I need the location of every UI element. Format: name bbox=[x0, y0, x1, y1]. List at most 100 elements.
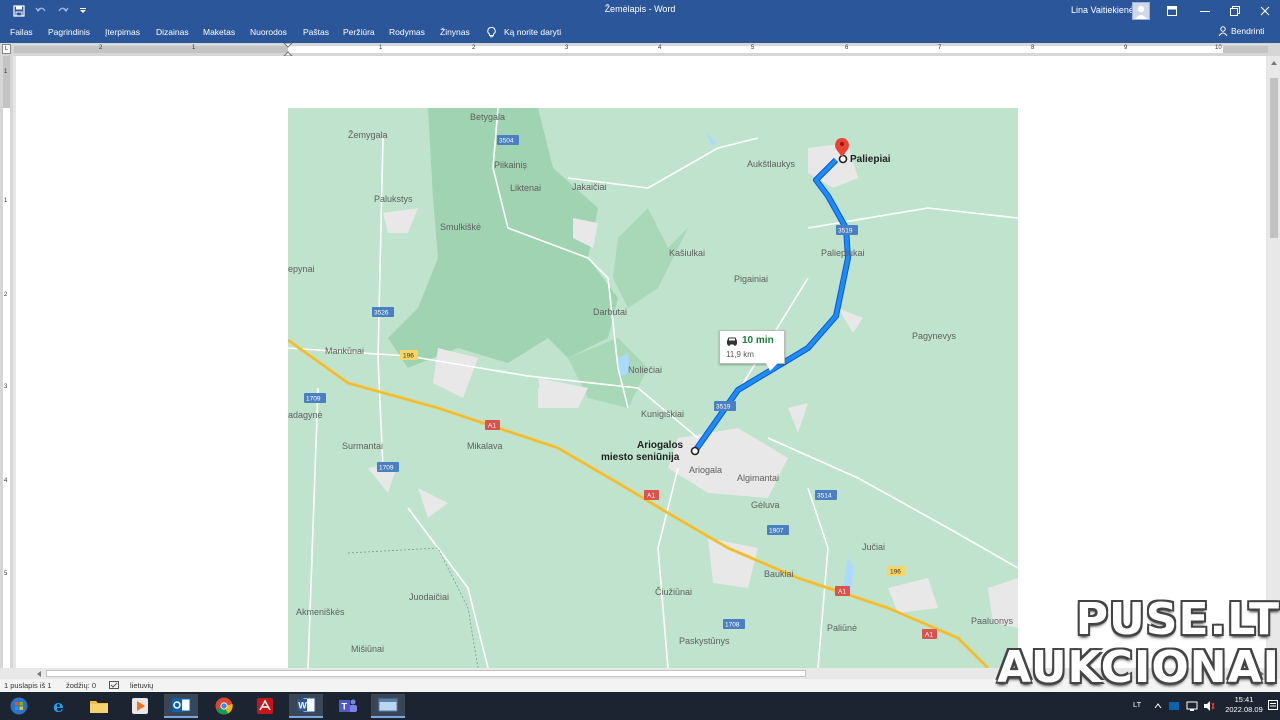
clock-date: 2022.08.09 bbox=[1225, 705, 1263, 714]
ruler-number: 9 bbox=[1124, 45, 1128, 51]
tab-layout[interactable]: Maketas bbox=[203, 27, 235, 37]
place-label: Mišiūnai bbox=[351, 644, 384, 654]
acrobat-icon[interactable] bbox=[248, 694, 282, 718]
tab-references[interactable]: Nuorodos bbox=[250, 27, 287, 37]
start-icon[interactable] bbox=[2, 694, 36, 718]
vruler-margin bbox=[3, 56, 10, 108]
customize-toolbar-icon[interactable] bbox=[72, 0, 94, 22]
person-icon bbox=[1218, 26, 1228, 36]
route-info-box[interactable]: 10 min 11,9 km bbox=[719, 330, 785, 371]
show-hidden-icons-icon[interactable] bbox=[1153, 701, 1163, 711]
place-label: Ariogala bbox=[689, 465, 722, 475]
ribbon-display-icon[interactable] bbox=[1157, 0, 1187, 22]
place-label: Mankūnai bbox=[325, 346, 364, 356]
volume-icon[interactable] bbox=[1203, 700, 1215, 712]
network-icon[interactable] bbox=[1186, 700, 1198, 712]
tab-home[interactable]: Pagrindinis bbox=[48, 27, 90, 37]
scroll-down-icon[interactable] bbox=[1270, 656, 1278, 664]
place-label: Algimantai bbox=[737, 473, 779, 483]
ruler-number: 1 bbox=[4, 198, 8, 204]
map-image[interactable]: 3504 3519 3526 196 1709 3519 A1 1709 A1 … bbox=[288, 108, 1018, 668]
place-label: Čiužiūnai bbox=[655, 587, 692, 597]
language-status[interactable]: lietuvių bbox=[130, 681, 153, 690]
map-labels: Betygala Žemygala Piikainiș Liktenai Jak… bbox=[288, 112, 1014, 654]
place-label: Noliečiai bbox=[628, 365, 662, 375]
save-icon[interactable] bbox=[8, 0, 30, 22]
tab-view[interactable]: Rodymas bbox=[389, 27, 425, 37]
place-label: Mikalava bbox=[467, 441, 503, 451]
place-label: Piikainiș bbox=[494, 160, 528, 170]
ruler-number: 6 bbox=[845, 45, 849, 51]
place-label: Smulkiškė bbox=[440, 222, 481, 232]
place-label: Gėluva bbox=[751, 500, 780, 510]
outlook-icon[interactable] bbox=[164, 694, 198, 718]
route-time: 10 min bbox=[742, 335, 774, 346]
scroll-up-icon[interactable] bbox=[1270, 59, 1278, 67]
window-icon[interactable] bbox=[371, 694, 405, 718]
place-label: Juodaičiai bbox=[409, 592, 449, 602]
place-label: Žemygala bbox=[348, 130, 388, 140]
ruler-number: 2 bbox=[4, 292, 8, 298]
destination-label: Paliepiai bbox=[850, 154, 891, 165]
vertical-scroll-thumb[interactable] bbox=[1270, 78, 1278, 238]
ruler-number: 4 bbox=[4, 478, 8, 484]
lightbulb-icon[interactable] bbox=[487, 27, 496, 40]
close-icon[interactable] bbox=[1250, 0, 1280, 22]
tab-file[interactable]: Failas bbox=[10, 27, 33, 37]
user-name[interactable]: Lina Vaitiekienė bbox=[1071, 5, 1134, 15]
tab-help[interactable]: Žinynas bbox=[440, 27, 470, 37]
ruler-number: 5 bbox=[4, 571, 8, 577]
ruler-number: 2 bbox=[99, 45, 103, 51]
route-distance: 11,9 km bbox=[726, 350, 754, 359]
redo-icon[interactable] bbox=[52, 0, 74, 22]
tab-insert[interactable]: Įterpimas bbox=[105, 27, 140, 37]
horizontal-ruler[interactable]: L 2 1 1 2 3 4 5 6 7 8 9 10 bbox=[0, 43, 1280, 56]
ruler-number: 1 bbox=[4, 69, 8, 75]
proofing-icon[interactable] bbox=[109, 681, 119, 691]
chrome-icon[interactable] bbox=[207, 694, 241, 718]
place-label: Pagynevys bbox=[912, 331, 957, 341]
place-label: Darbutai bbox=[593, 307, 627, 317]
share-button[interactable]: Bendrinti bbox=[1218, 26, 1265, 36]
ruler-number: 5 bbox=[751, 45, 755, 51]
horizontal-scroll-thumb[interactable] bbox=[46, 670, 806, 677]
restore-icon[interactable] bbox=[1220, 0, 1250, 22]
scroll-left-icon[interactable] bbox=[35, 670, 43, 678]
media-player-icon[interactable] bbox=[123, 694, 157, 718]
internet-explorer-icon[interactable]: e bbox=[43, 694, 77, 718]
outlook-tray-icon[interactable] bbox=[1168, 700, 1180, 712]
file-explorer-icon[interactable] bbox=[82, 694, 116, 718]
ribbon-tabs: Failas Pagrindinis Įterpimas Dizainas Ma… bbox=[0, 22, 1280, 43]
clock[interactable]: 15:41 2022.08.09 bbox=[1220, 695, 1268, 715]
car-icon bbox=[727, 337, 737, 346]
minimize-icon[interactable] bbox=[1190, 0, 1220, 22]
place-label: Aukštlaukys bbox=[747, 159, 796, 169]
word-count[interactable]: žodžių: 0 bbox=[66, 681, 96, 690]
undo-icon[interactable] bbox=[30, 0, 52, 22]
taskbar: e W T LT 15:41 2022.08.09 bbox=[0, 692, 1280, 720]
input-language[interactable]: LT bbox=[1133, 700, 1141, 709]
place-label: Kunigiškiai bbox=[641, 409, 684, 419]
tell-me-search[interactable]: Ką norite daryti bbox=[504, 27, 561, 37]
status-bar: 1 puslapis iš 1 žodžių: 0 lietuvių bbox=[0, 679, 1280, 692]
tab-selector[interactable]: L bbox=[2, 44, 11, 54]
horizontal-scrollbar[interactable] bbox=[0, 668, 1280, 679]
word-icon[interactable]: W bbox=[289, 694, 323, 718]
teams-icon[interactable]: T bbox=[331, 694, 365, 718]
place-label: epynai bbox=[288, 264, 315, 274]
place-label: Jakaičiai bbox=[572, 182, 607, 192]
avatar[interactable] bbox=[1132, 2, 1150, 20]
indent-marker-icon[interactable] bbox=[283, 43, 293, 56]
scroll-right-icon[interactable] bbox=[1258, 670, 1266, 678]
ruler-number: 4 bbox=[658, 45, 662, 51]
place-label: Kašiulkai bbox=[669, 248, 705, 258]
tab-review[interactable]: Peržiūra bbox=[343, 27, 375, 37]
share-label: Bendrinti bbox=[1231, 26, 1265, 36]
tab-design[interactable]: Dizainas bbox=[156, 27, 189, 37]
notifications-icon[interactable] bbox=[1268, 700, 1278, 712]
page-count[interactable]: 1 puslapis iš 1 bbox=[4, 681, 52, 690]
tab-mailings[interactable]: Paštas bbox=[303, 27, 329, 37]
place-label: Palukstys bbox=[374, 194, 413, 204]
vertical-scrollbar[interactable] bbox=[1268, 56, 1280, 668]
vertical-ruler[interactable]: 1 1 2 3 4 5 bbox=[0, 56, 13, 668]
